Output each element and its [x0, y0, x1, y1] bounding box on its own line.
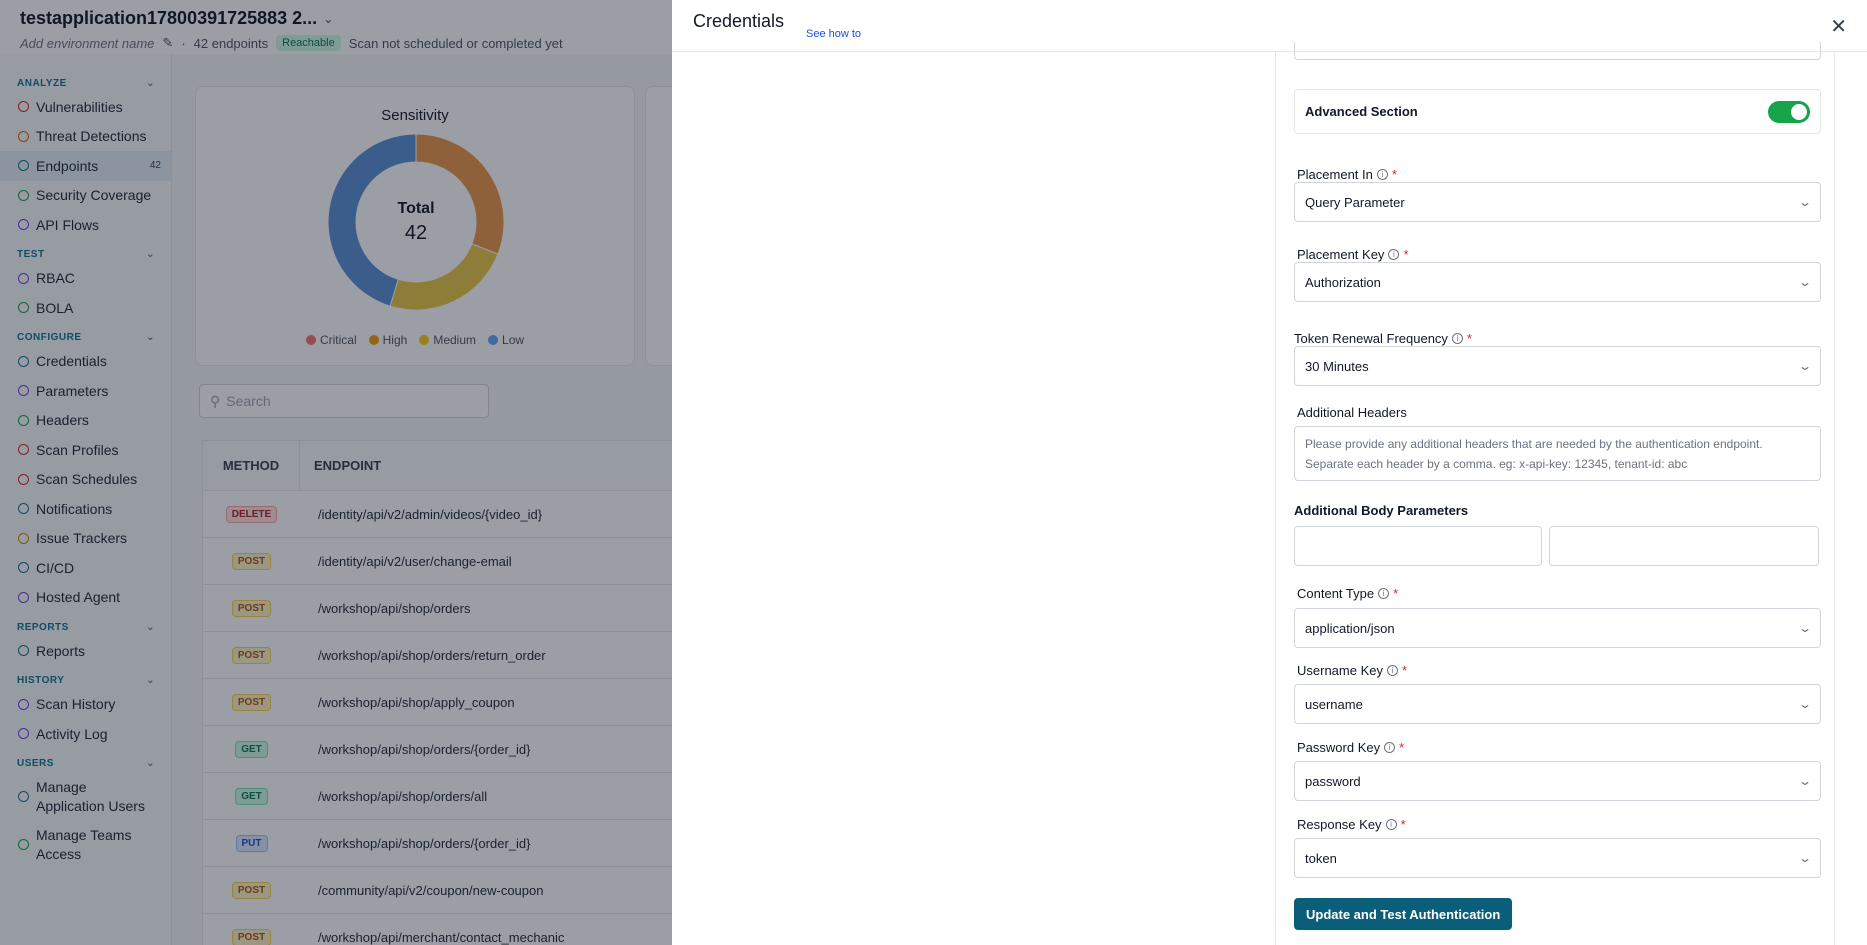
- credentials-form: Advanced Section Placement In i * Query P…: [1275, 42, 1835, 945]
- chevron-down-icon: ⌄: [1797, 621, 1813, 635]
- additional-headers-label: Additional Headers: [1297, 405, 1407, 420]
- chevron-down-icon: ⌄: [1797, 697, 1813, 711]
- chevron-down-icon: ⌄: [1797, 359, 1813, 373]
- body-param-value-input[interactable]: [1549, 526, 1819, 566]
- required-marker: *: [1391, 167, 1397, 182]
- username-key-value: username: [1305, 696, 1363, 712]
- required-marker: *: [1466, 331, 1472, 346]
- placement-in-select[interactable]: Query Parameter ⌄: [1294, 182, 1821, 222]
- chevron-down-icon: ⌄: [1797, 275, 1813, 289]
- content-type-select[interactable]: application/json ⌄: [1294, 608, 1821, 648]
- chevron-down-icon: ⌄: [1797, 851, 1813, 865]
- username-key-label-text: Username Key: [1297, 663, 1383, 678]
- info-icon[interactable]: i: [1384, 742, 1396, 753]
- password-key-select[interactable]: password ⌄: [1294, 761, 1821, 801]
- content-type-label-text: Content Type: [1297, 586, 1375, 601]
- username-key-label: Username Key i *: [1297, 663, 1407, 678]
- required-marker: *: [1400, 817, 1406, 832]
- chevron-down-icon: ⌄: [1797, 195, 1813, 209]
- additional-body-params-label: Additional Body Parameters: [1294, 503, 1469, 518]
- username-key-select[interactable]: username ⌄: [1294, 684, 1821, 724]
- password-key-label: Password Key i *: [1297, 740, 1404, 755]
- see-how-link[interactable]: See how to: [806, 28, 861, 40]
- advanced-section-toggle[interactable]: [1768, 100, 1810, 123]
- placement-key-label-text: Placement Key: [1297, 247, 1385, 262]
- update-and-test-button[interactable]: Update and Test Authentication: [1294, 898, 1513, 930]
- info-icon[interactable]: i: [1376, 169, 1388, 180]
- placement-in-value: Query Parameter: [1305, 194, 1405, 210]
- modal-backdrop[interactable]: [0, 0, 672, 945]
- token-renewal-select[interactable]: 30 Minutes ⌄: [1294, 346, 1821, 386]
- placement-key-value: Authorization: [1305, 274, 1381, 290]
- placement-in-label: Placement In i *: [1297, 167, 1397, 182]
- info-icon[interactable]: i: [1378, 588, 1390, 599]
- credentials-drawer: Credentials See how to ✕ Advanced Sectio…: [672, 0, 1867, 945]
- response-key-label: Response Key i *: [1297, 817, 1406, 832]
- required-marker: *: [1403, 247, 1409, 262]
- info-icon[interactable]: i: [1451, 333, 1463, 344]
- placement-key-select[interactable]: Authorization ⌄: [1294, 262, 1821, 302]
- placement-in-label-text: Placement In: [1297, 167, 1373, 182]
- response-key-label-text: Response Key: [1297, 817, 1382, 832]
- required-marker: *: [1399, 740, 1405, 755]
- content-type-value: application/json: [1305, 620, 1395, 636]
- advanced-section-label: Advanced Section: [1305, 104, 1418, 119]
- info-icon[interactable]: i: [1385, 819, 1397, 830]
- password-key-value: password: [1305, 773, 1361, 789]
- token-renewal-label-text: Token Renewal Frequency: [1294, 331, 1448, 346]
- token-renewal-label: Token Renewal Frequency i *: [1294, 331, 1472, 346]
- password-key-label-text: Password Key: [1297, 740, 1381, 755]
- response-key-select[interactable]: token ⌄: [1294, 838, 1821, 878]
- previous-field[interactable]: [1294, 42, 1821, 60]
- close-icon[interactable]: ✕: [1830, 14, 1847, 39]
- info-icon[interactable]: i: [1386, 665, 1398, 676]
- advanced-section: Advanced Section: [1294, 89, 1821, 134]
- required-marker: *: [1393, 586, 1399, 601]
- required-marker: *: [1401, 663, 1408, 678]
- response-key-value: token: [1305, 850, 1337, 866]
- content-type-label: Content Type i *: [1297, 586, 1398, 601]
- additional-headers-textarea[interactable]: Please provide any additional headers th…: [1294, 426, 1821, 481]
- token-renewal-value: 30 Minutes: [1305, 358, 1369, 374]
- info-icon[interactable]: i: [1388, 249, 1400, 260]
- chevron-down-icon: ⌄: [1797, 774, 1813, 788]
- body-param-key-input[interactable]: [1294, 526, 1542, 566]
- drawer-title: Credentials: [693, 11, 785, 31]
- placement-key-label: Placement Key i *: [1297, 247, 1409, 262]
